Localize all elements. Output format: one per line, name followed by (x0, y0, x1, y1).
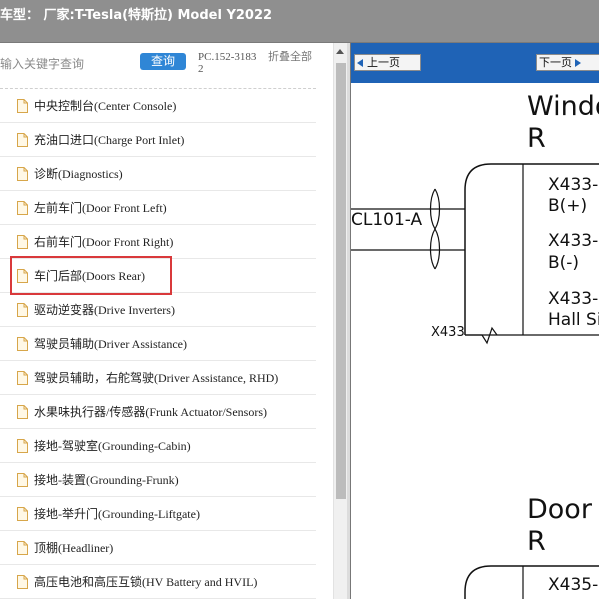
document-icon (17, 405, 28, 419)
search-input[interactable] (0, 54, 130, 74)
tree-item-label: 右前车门(Door Front Right) (34, 235, 174, 249)
tree-item-label: 顶棚(Headliner) (34, 541, 114, 555)
pin-label-1-signal: B(+) (548, 196, 588, 216)
tree-list: 中央控制台(Center Console) 充油口进口(Charge Port I… (0, 89, 316, 599)
connector-tag-x433: X433 (431, 325, 465, 340)
tree-item[interactable]: 接地-装置(Grounding-Frunk) (0, 463, 316, 497)
document-icon (17, 201, 28, 215)
document-icon (17, 337, 28, 351)
diagram-title-1-suffix: R (527, 123, 546, 154)
tree-item[interactable]: 左前车门(Door Front Left) (0, 191, 316, 225)
tree-item[interactable]: 驱动逆变器(Drive Inverters) (0, 293, 316, 327)
tree-item[interactable]: 诊断(Diagnostics) (0, 157, 316, 191)
tree-item-label: 驾驶员辅助，右舵驾驶(Driver Assistance, RHD) (34, 371, 279, 385)
arrow-right-icon (575, 59, 581, 67)
diagram-title-1: Windo (527, 91, 599, 122)
scroll-thumb[interactable] (336, 63, 346, 499)
pc-code: PC.152-31832 (198, 51, 257, 75)
tree-item-label: 驱动逆变器(Drive Inverters) (34, 303, 175, 317)
pin-label-2-signal: B(-) (548, 253, 580, 273)
tree-item-label: 接地-装置(Grounding-Frunk) (34, 473, 179, 487)
prev-page-button[interactable]: 上一页 (354, 54, 421, 71)
search-row: 查询 PC.152-31832 折叠全部 (0, 43, 333, 89)
tree-item[interactable]: 接地-举升门(Grounding-Liftgate) (0, 497, 316, 531)
scroll-up-arrow-icon[interactable] (336, 49, 344, 54)
connector-cl101a: CL101-A (351, 210, 423, 230)
document-icon (17, 473, 28, 487)
collapse-all-link[interactable]: 折叠全部 (268, 51, 312, 63)
query-button[interactable]: 查询 (140, 53, 186, 70)
left-panel: 查询 PC.152-31832 折叠全部 中央控制台(Center Consol… (0, 43, 333, 599)
page-nav-bar: 上一页 下一页 (351, 43, 599, 83)
pin-label-3-signal: Hall Si (548, 310, 599, 330)
tree-item-label: 接地-举升门(Grounding-Liftgate) (34, 507, 200, 521)
tree-item[interactable]: 驾驶员辅助，右舵驾驶(Driver Assistance, RHD) (0, 361, 316, 395)
next-page-button[interactable]: 下一页 (536, 54, 599, 71)
tree-item-label: 接地-驾驶室(Grounding-Cabin) (34, 439, 191, 453)
diagram-title-2: Door (527, 494, 592, 525)
pin-label-1: X433- (548, 175, 599, 195)
tree-item-label: 高压电池和高压互锁(HV Battery and HVIL) (34, 575, 258, 589)
tree-item[interactable]: 高压电池和高压互锁(HV Battery and HVIL) (0, 565, 316, 599)
tree-item-label: 诊断(Diagnostics) (34, 167, 123, 181)
app-header: 车型： 厂家:T-Tesla(特斯拉) Model Y2022 (0, 0, 599, 43)
document-icon (17, 235, 28, 249)
tree-item[interactable]: 顶棚(Headliner) (0, 531, 316, 565)
tree-item[interactable]: 驾驶员辅助(Driver Assistance) (0, 327, 316, 361)
arrow-left-icon (357, 59, 363, 67)
prev-page-label: 上一页 (367, 56, 400, 69)
tree-scrollbar[interactable] (333, 43, 348, 599)
tree-item[interactable]: 充油口进口(Charge Port Inlet) (0, 123, 316, 157)
tree-item[interactable]: 右前车门(Door Front Right) (0, 225, 316, 259)
next-page-label: 下一页 (539, 56, 572, 69)
document-icon (17, 303, 28, 317)
pin-label-4: X435- (548, 575, 599, 595)
document-icon (17, 371, 28, 385)
tree-item-label: 左前车门(Door Front Left) (34, 201, 167, 215)
document-icon (17, 167, 28, 181)
tree-item-label: 驾驶员辅助(Driver Assistance) (34, 337, 187, 351)
document-icon (17, 541, 28, 555)
document-icon (17, 439, 28, 453)
pin-label-3: X433- (548, 289, 599, 309)
document-icon (17, 507, 28, 521)
wiring-diagram: Windo R CL101-A X433- B(+) X433- B(-) X4… (351, 83, 599, 599)
tree-item-label: 中央控制台(Center Console) (34, 99, 177, 113)
vehicle-title: 车型： 厂家:T-Tesla(特斯拉) Model Y2022 (0, 8, 273, 23)
document-icon (17, 99, 28, 113)
document-icon (17, 575, 28, 589)
diagram-panel: 上一页 下一页 Windo R CL101-A X433- B(+) (350, 43, 599, 599)
tree-item[interactable]: 中央控制台(Center Console) (0, 89, 316, 123)
document-icon (17, 133, 28, 147)
tree-item[interactable]: 水果味执行器/传感器(Frunk Actuator/Sensors) (0, 395, 316, 429)
tree-item-label: 水果味执行器/传感器(Frunk Actuator/Sensors) (34, 405, 267, 419)
pin-label-2: X433- (548, 231, 599, 251)
diagram-title-2-suffix: R (527, 526, 546, 557)
selected-highlight (10, 256, 172, 295)
tree-item[interactable]: 接地-驾驶室(Grounding-Cabin) (0, 429, 316, 463)
tree-item-label: 充油口进口(Charge Port Inlet) (34, 133, 185, 147)
